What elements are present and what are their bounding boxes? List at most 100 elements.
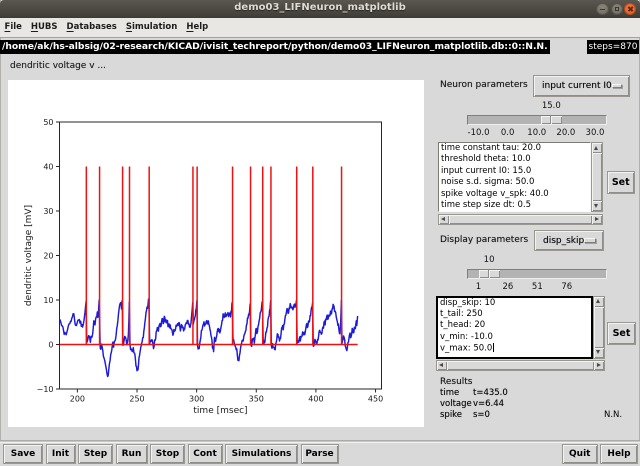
right-arrow-icon	[594, 216, 599, 221]
matplotlib-figure[interactable]: 200 250 300 350 400 450 −10 0 10 20 30 40 50 time [ms…	[8, 80, 424, 427]
scroll-right-arrow[interactable]	[591, 214, 602, 224]
neuron-listbox-vscrollbar[interactable]	[591, 142, 603, 212]
neuron-parameter-dropdown[interactable]: input current I0	[533, 75, 630, 97]
scroll-left-arrow[interactable]	[436, 361, 447, 370]
display-parameters-label: Display parameters	[440, 235, 529, 245]
y-tick-label: −10	[37, 385, 54, 394]
list-item[interactable]: spike voltage v_spk: 40.0	[439, 189, 591, 200]
result-name-time: time	[440, 388, 460, 398]
y-tick-label: 0	[48, 340, 53, 349]
x-tick-label: 350	[249, 395, 264, 404]
neuron-set-button[interactable]: Set	[606, 171, 635, 194]
minimize-button[interactable]	[596, 2, 609, 15]
y-tick-label: 40	[43, 162, 53, 171]
y-axis-label: dendritic voltage [mV]	[24, 205, 34, 306]
display-parameter-dropdown[interactable]: disp_skip	[534, 230, 604, 251]
slider-tick-label: 76	[561, 281, 573, 292]
list-item[interactable]: threshold theta: 10.0	[439, 154, 591, 165]
scroll-down-arrow[interactable]	[594, 347, 604, 358]
down-arrow-icon	[594, 203, 599, 208]
list-item[interactable]: time constant tau: 20.0	[439, 143, 591, 154]
neuron-parameter-dropdown-value: input current I0	[542, 81, 612, 91]
toolbar-left-group: Save Init Step Run Stop Cont Simulations Parse	[3, 444, 339, 464]
list-item[interactable]: t_head: 20	[438, 320, 592, 331]
slider-tick-label: 26	[502, 281, 514, 292]
maximize-icon	[612, 4, 623, 15]
slider-trough[interactable]	[467, 269, 607, 279]
close-button[interactable]	[623, 2, 636, 15]
list-item[interactable]: time step size dt: 0.5	[439, 200, 591, 211]
display-listbox-vscrollbar[interactable]	[593, 295, 605, 359]
slider-tick-label: 0.0	[500, 127, 515, 138]
x-tick-label: 200	[70, 395, 85, 404]
stop-button[interactable]: Stop	[150, 444, 185, 464]
hscrollbar-thumb[interactable]	[448, 214, 592, 224]
scroll-down-arrow[interactable]	[592, 201, 602, 211]
results-heading: Results	[440, 376, 473, 387]
scroll-up-arrow[interactable]	[592, 143, 602, 153]
cont-button[interactable]: Cont	[187, 444, 223, 464]
simulations-button[interactable]: Simulations	[225, 444, 298, 464]
x-tick-label: 450	[368, 395, 383, 404]
vscrollbar-thumb[interactable]	[594, 306, 604, 348]
signature-label: N.N.	[604, 410, 623, 420]
display-listbox-hscrollbar[interactable]	[435, 360, 605, 371]
text-cursor	[492, 343, 495, 352]
result-name-spike: spike	[440, 410, 463, 420]
slider-tick-label: 51	[531, 281, 543, 292]
up-arrow-icon	[596, 299, 601, 304]
display-parameters-listbox[interactable]: disp_skip: 10 t_tail: 250 t_head: 20 v_min:…	[435, 295, 593, 359]
init-button[interactable]: Init	[45, 444, 76, 464]
list-item[interactable]: noise s.d. sigma: 50.0	[439, 177, 591, 188]
menu-item-simulation[interactable]: Simulation	[121, 18, 181, 37]
display-set-button[interactable]: Set	[607, 321, 636, 345]
close-icon	[625, 4, 636, 15]
neuron-parameters-listbox[interactable]: time constant tau: 20.0 threshold theta: …	[437, 142, 591, 212]
maximize-button[interactable]	[610, 2, 623, 15]
slider-trough[interactable]	[467, 115, 607, 125]
list-item[interactable]: t_tail: 250	[438, 309, 592, 320]
result-name-voltage: voltage	[440, 399, 472, 409]
x-tick-label: 250	[129, 395, 144, 404]
slider-tick-label: -10.0	[467, 127, 490, 138]
list-item[interactable]: input current I0: 15.0	[439, 166, 591, 177]
list-item[interactable]: disp_skip: 10	[438, 298, 592, 309]
slider-tick-label: 30.0	[585, 127, 605, 138]
save-button[interactable]: Save	[3, 444, 43, 464]
neuron-parameters-label: Neuron parameters	[440, 80, 528, 90]
x-tick-label: 300	[189, 395, 204, 404]
application-window: demo03_LIFNeuron_matplotlib File HUBS Data…	[0, 0, 640, 466]
step-button[interactable]: Step	[78, 444, 113, 464]
hscrollbar-thumb[interactable]	[446, 361, 594, 370]
parse-button[interactable]: Parse	[300, 444, 339, 464]
menu-item-databases[interactable]: Databases	[62, 18, 121, 37]
quit-button[interactable]: Quit	[562, 444, 598, 464]
menu-item-help[interactable]: Help	[182, 18, 213, 37]
voltage-chart: 200 250 300 350 400 450 −10 0 10 20 30 40 50 time [ms…	[24, 118, 383, 416]
x-tick-label: 400	[308, 395, 323, 404]
neuron-listbox-hscrollbar[interactable]	[437, 213, 603, 225]
y-tick-label: 30	[43, 207, 53, 216]
slider-handle[interactable]	[540, 116, 562, 124]
list-item[interactable]: v_max: 50.0	[438, 343, 592, 355]
titlebar[interactable]: demo03_LIFNeuron_matplotlib	[0, 0, 640, 18]
scroll-up-arrow[interactable]	[594, 296, 604, 307]
menu-item-hubs[interactable]: HUBS	[26, 18, 62, 37]
bottom-toolbar: Save Init Step Run Stop Cont Simulations Parse …	[0, 443, 640, 466]
scroll-right-arrow[interactable]	[593, 361, 604, 370]
dropdown-indicator-icon	[611, 83, 622, 89]
result-value-time: t=435.0	[473, 388, 508, 398]
menubar: File HUBS Databases Simulation Help	[0, 18, 640, 38]
scroll-left-arrow[interactable]	[438, 214, 449, 224]
list-item[interactable]: v_min: -10.0	[438, 332, 592, 343]
y-tick-label: 20	[43, 251, 53, 260]
display-parameter-dropdown-value: disp_skip	[543, 235, 585, 246]
menu-item-file[interactable]: File	[0, 18, 26, 37]
y-tick-label: 10	[43, 296, 53, 305]
slider-handle[interactable]	[478, 270, 500, 278]
run-button[interactable]: Run	[115, 444, 148, 464]
slider-tick-label: 10.0	[527, 127, 547, 138]
help-button[interactable]: Help	[600, 444, 638, 464]
vscrollbar-thumb[interactable]	[592, 153, 602, 201]
slider-value-label: 10	[483, 254, 495, 265]
